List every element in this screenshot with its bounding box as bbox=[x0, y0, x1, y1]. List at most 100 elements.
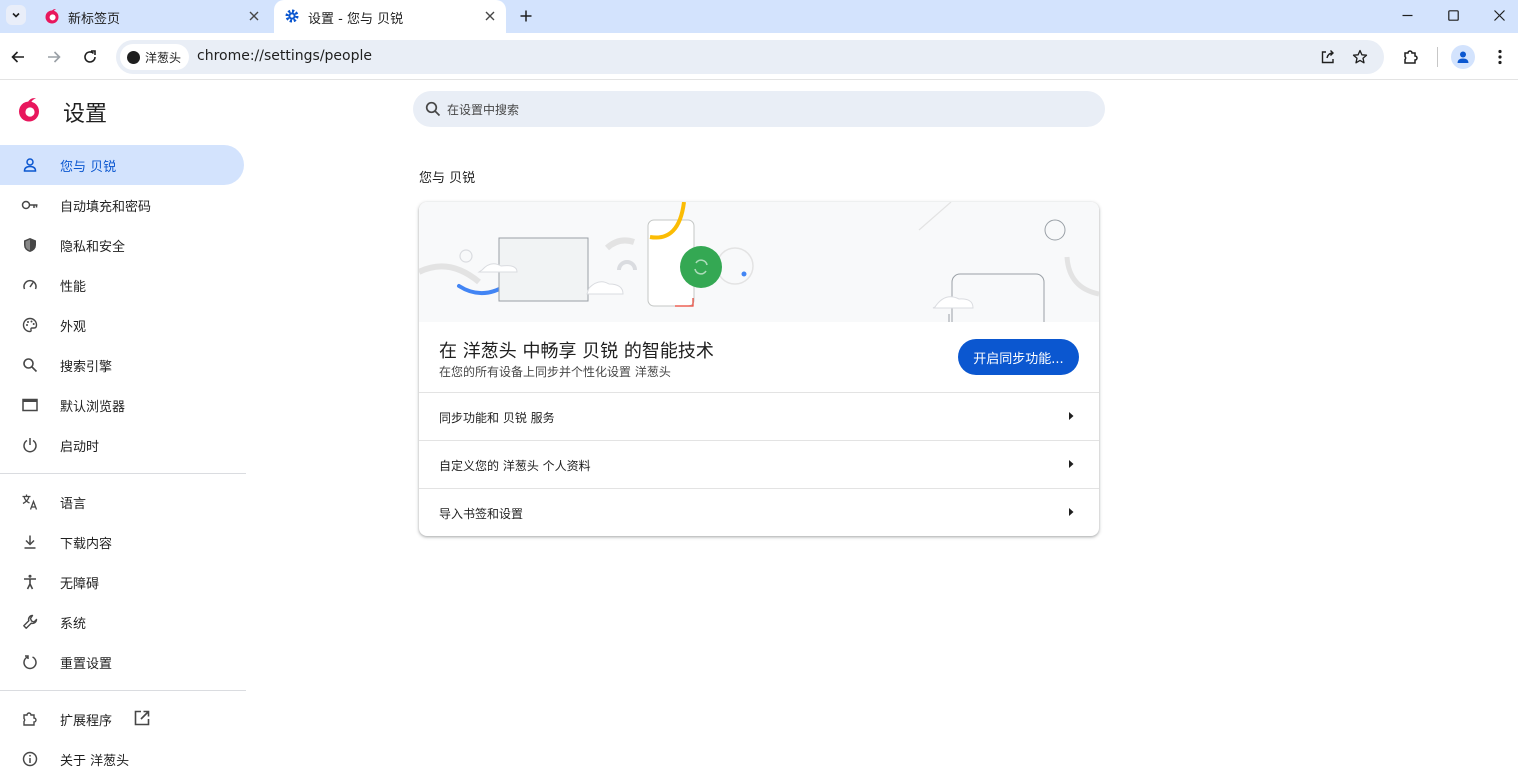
sync-card-subtitle: 在您的所有设备上同步并个性化设置 洋葱头 bbox=[439, 365, 671, 379]
chevron-down-icon bbox=[12, 12, 20, 18]
sidebar-item-label: 您与 贝锐 bbox=[60, 160, 117, 175]
chip-label: 洋葱头 bbox=[145, 50, 182, 65]
tab-settings[interactable]: 设置 - 您与 贝锐 bbox=[274, 0, 506, 33]
window-close-button[interactable] bbox=[1476, 0, 1518, 30]
tab-title: 设置 - 您与 贝锐 bbox=[308, 12, 404, 27]
close-icon bbox=[1493, 9, 1505, 21]
row-import-bookmarks[interactable]: 导入书签和设置 bbox=[419, 488, 1099, 536]
search-icon bbox=[20, 355, 40, 375]
reload-button[interactable] bbox=[78, 45, 102, 69]
sidebar-item-label: 系统 bbox=[60, 617, 87, 632]
row-customize-profile[interactable]: 自定义您的 洋葱头 个人资料 bbox=[419, 440, 1099, 488]
url-text[interactable]: chrome://settings/people bbox=[197, 48, 372, 64]
shield-icon bbox=[20, 235, 40, 255]
sidebar-item-autofill[interactable]: 自动填充和密码 bbox=[0, 185, 244, 225]
search-placeholder: 在设置中搜索 bbox=[447, 103, 520, 117]
sync-card-title: 在 洋葱头 中畅享 贝锐 的智能技术 bbox=[439, 341, 714, 362]
forward-button[interactable] bbox=[42, 45, 66, 69]
toolbar: 洋葱头 chrome://settings/people bbox=[0, 33, 1518, 80]
key-icon bbox=[20, 195, 40, 215]
address-bar[interactable]: 洋葱头 chrome://settings/people bbox=[116, 40, 1384, 74]
sidebar-item-system[interactable]: 系统 bbox=[0, 602, 244, 642]
sidebar-item-default-browser[interactable]: 默认浏览器 bbox=[0, 385, 244, 425]
sidebar-item-privacy[interactable]: 隐私和安全 bbox=[0, 225, 244, 265]
puzzle-icon bbox=[20, 709, 40, 729]
onion-logo-icon bbox=[45, 9, 59, 24]
sidebar-item-search-engine[interactable]: 搜索引擎 bbox=[0, 345, 244, 385]
sidebar-item-reset[interactable]: 重置设置 bbox=[0, 642, 244, 682]
person-icon bbox=[20, 155, 40, 175]
more-vert-icon bbox=[1498, 49, 1502, 65]
sidebar-item-label: 扩展程序 bbox=[60, 714, 113, 729]
open-in-new-icon bbox=[134, 710, 150, 726]
arrow-right-icon bbox=[48, 51, 61, 63]
sidebar-item-performance[interactable]: 性能 bbox=[0, 265, 244, 305]
site-info-chip[interactable]: 洋葱头 bbox=[120, 44, 190, 70]
tab-search-button[interactable] bbox=[6, 5, 26, 25]
row-sync-and-services[interactable]: 同步功能和 贝锐 服务 bbox=[419, 392, 1099, 440]
sidebar-item-on-startup[interactable]: 启动时 bbox=[0, 425, 244, 465]
onion-logo-icon bbox=[19, 98, 39, 122]
sidebar-item-label: 性能 bbox=[60, 280, 87, 295]
arrow-right-icon bbox=[1069, 460, 1074, 468]
search-icon bbox=[425, 101, 441, 117]
sidebar-item-label: 重置设置 bbox=[60, 657, 113, 672]
arrow-left-icon bbox=[11, 51, 24, 63]
sidebar-item-languages[interactable]: 语言 bbox=[0, 482, 244, 522]
maximize-icon bbox=[1447, 9, 1459, 21]
sidebar-item-about[interactable]: 关于 洋葱头 bbox=[0, 739, 244, 779]
sidebar-item-label: 默认浏览器 bbox=[60, 400, 126, 415]
extensions-button[interactable] bbox=[1399, 45, 1423, 69]
info-icon bbox=[20, 749, 40, 769]
back-button[interactable] bbox=[6, 45, 30, 69]
page-title: 设置 bbox=[63, 102, 108, 127]
palette-icon bbox=[20, 315, 40, 335]
sync-card: 在 洋葱头 中畅享 贝锐 的智能技术 在您的所有设备上同步并个性化设置 洋葱头 … bbox=[419, 202, 1099, 536]
tab-new-tab[interactable]: 新标签页 bbox=[34, 0, 270, 33]
sidebar-item-extensions[interactable]: 扩展程序 bbox=[0, 699, 244, 739]
gear-icon bbox=[285, 9, 299, 23]
wrench-icon bbox=[20, 612, 40, 632]
settings-search-field[interactable]: 在设置中搜索 bbox=[413, 91, 1105, 127]
share-icon[interactable] bbox=[1319, 48, 1337, 66]
close-icon[interactable] bbox=[482, 8, 498, 24]
sidebar-item-appearance[interactable]: 外观 bbox=[0, 305, 244, 345]
sidebar-item-label: 外观 bbox=[60, 320, 87, 335]
sidebar-item-downloads[interactable]: 下载内容 bbox=[0, 522, 244, 562]
row-label: 导入书签和设置 bbox=[439, 507, 524, 521]
toolbar-separator bbox=[1437, 47, 1438, 67]
browser-window-icon bbox=[20, 395, 40, 415]
sidebar-divider bbox=[0, 690, 246, 691]
close-icon[interactable] bbox=[246, 8, 262, 24]
accessibility-icon bbox=[20, 572, 40, 592]
minimize-icon bbox=[1402, 14, 1412, 16]
download-icon bbox=[20, 532, 40, 552]
sidebar-item-label: 下载内容 bbox=[60, 537, 113, 552]
row-label: 同步功能和 贝锐 服务 bbox=[439, 411, 555, 425]
tab-strip: 新标签页 设置 - 您与 贝锐 bbox=[0, 0, 1518, 33]
minimize-button[interactable] bbox=[1384, 0, 1430, 30]
bookmark-star-icon[interactable] bbox=[1351, 48, 1369, 66]
tab-title: 新标签页 bbox=[68, 12, 121, 27]
speedometer-icon bbox=[20, 275, 40, 295]
power-icon bbox=[20, 435, 40, 455]
person-icon bbox=[1457, 51, 1469, 63]
translate-icon bbox=[20, 492, 40, 512]
sidebar-item-label: 搜索引擎 bbox=[60, 360, 113, 375]
menu-button[interactable] bbox=[1488, 45, 1512, 69]
turn-on-sync-button[interactable]: 开启同步功能... bbox=[958, 339, 1079, 375]
sidebar-item-accessibility[interactable]: 无障碍 bbox=[0, 562, 244, 602]
row-label: 自定义您的 洋葱头 个人资料 bbox=[439, 459, 591, 473]
plus-icon bbox=[520, 10, 532, 22]
sidebar-divider bbox=[0, 473, 246, 474]
arrow-right-icon bbox=[1069, 412, 1074, 420]
section-title: 您与 贝锐 bbox=[419, 171, 476, 186]
sidebar-item-you-and-google[interactable]: 您与 贝锐 bbox=[0, 145, 244, 185]
puzzle-icon bbox=[1404, 50, 1418, 64]
sync-illustration bbox=[419, 202, 1099, 322]
sidebar-item-label: 关于 洋葱头 bbox=[60, 754, 130, 769]
new-tab-button[interactable] bbox=[516, 6, 536, 26]
maximize-button[interactable] bbox=[1430, 0, 1476, 30]
profile-avatar-button[interactable] bbox=[1451, 45, 1475, 69]
sidebar-item-label: 语言 bbox=[60, 497, 87, 512]
